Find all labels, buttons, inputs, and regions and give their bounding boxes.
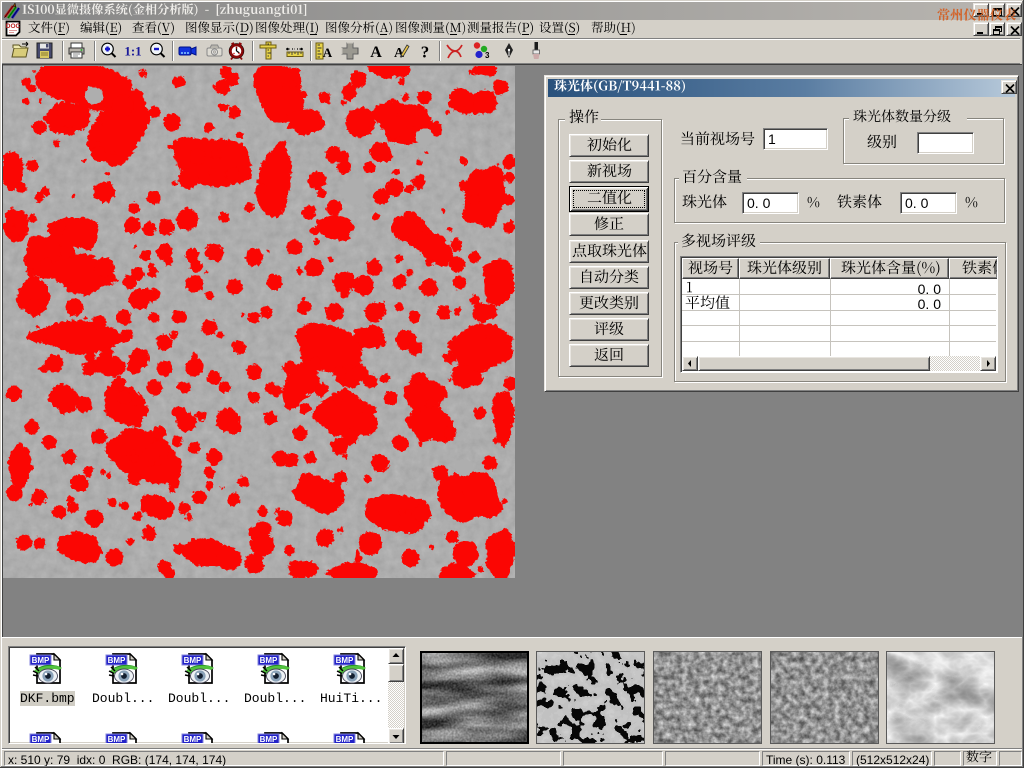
svg-text:3: 3 [485, 51, 490, 60]
svg-text:A: A [323, 45, 333, 60]
svg-text:?: ? [421, 43, 430, 62]
svg-text:A: A [370, 44, 382, 61]
svg-text:1:1: 1:1 [124, 44, 141, 59]
svg-text:DOC: DOC [6, 23, 21, 30]
